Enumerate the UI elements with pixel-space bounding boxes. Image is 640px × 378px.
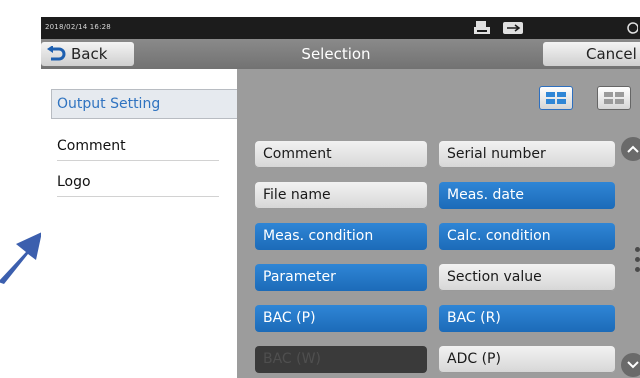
sync-icon [627,22,638,34]
option-file-name[interactable]: File name [255,182,427,209]
view-list-button[interactable] [597,86,631,110]
tab-output-setting[interactable]: Output Setting [51,89,237,119]
page-title: Selection [301,45,371,63]
two-column-icon [546,92,566,104]
option-adc-p[interactable]: ADC (P) [439,346,615,373]
scroll-indicator-dot [635,267,640,272]
option-meas-date[interactable]: Meas. date [439,182,615,209]
chevron-down-icon [627,361,639,369]
back-button-label: Back [71,45,108,63]
device-screen: 2018/02/14 16:28 Back Selection Cancel O… [41,17,640,378]
scroll-down-button[interactable] [621,353,640,377]
sidebar-item-comment[interactable]: Comment [57,135,219,161]
option-calc-condition[interactable]: Calc. condition [439,223,615,250]
scroll-up-button[interactable] [621,137,640,161]
view-two-column-button[interactable] [539,86,573,110]
option-parameter[interactable]: Parameter [255,264,427,291]
back-arrow-icon [47,46,66,61]
scroll-indicator-dot [635,247,640,252]
sidebar [41,75,237,378]
option-bac-r[interactable]: BAC (R) [439,305,615,332]
sidebar-item-logo[interactable]: Logo [57,171,219,197]
scroll-indicator-dot [635,257,640,262]
list-view-icon [604,92,624,104]
option-meas-condition[interactable]: Meas. condition [255,223,427,250]
option-comment[interactable]: Comment [255,141,427,168]
cancel-button[interactable]: Cancel [543,42,640,66]
status-datetime: 2018/02/14 16:28 [45,23,111,31]
option-section-value[interactable]: Section value [439,264,615,291]
printer-icon [474,21,523,34]
back-button[interactable]: Back [41,42,134,66]
chevron-up-icon [627,145,639,153]
option-bac-p[interactable]: BAC (P) [255,305,427,332]
option-bac-w: BAC (W) [255,346,427,373]
option-serial-number[interactable]: Serial number [439,141,615,168]
status-bar: 2018/02/14 16:28 [41,17,640,39]
